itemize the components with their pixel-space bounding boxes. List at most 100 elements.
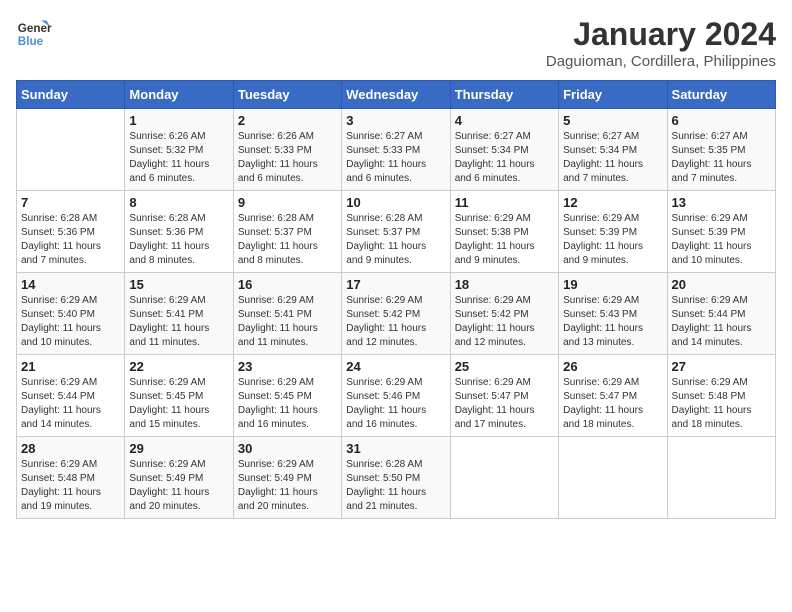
- day-number: 10: [346, 195, 445, 210]
- week-row-3: 14 Sunrise: 6:29 AM Sunset: 5:40 PM Dayli…: [17, 273, 776, 355]
- week-row-5: 28Sunrise: 6:29 AM Sunset: 5:48 PM Dayli…: [17, 437, 776, 519]
- day-cell: 23Sunrise: 6:29 AM Sunset: 5:45 PM Dayli…: [233, 355, 341, 437]
- day-info: Sunrise: 6:29 AM Sunset: 5:39 PM Dayligh…: [672, 212, 771, 268]
- calendar-header: SundayMondayTuesdayWednesdayThursdayFrid…: [17, 81, 776, 109]
- day-info: Sunrise: 6:29 AM Sunset: 5:46 PM Dayligh…: [346, 376, 445, 432]
- day-number: 13: [672, 195, 771, 210]
- day-number: 18: [455, 277, 554, 292]
- day-header-monday: Monday: [125, 81, 233, 109]
- day-cell: 1 Sunrise: 6:26 AM Sunset: 5:32 PM Daylig…: [125, 109, 233, 191]
- day-cell: 19Sunrise: 6:29 AM Sunset: 5:43 PM Dayli…: [559, 273, 667, 355]
- day-info: Sunrise: 6:27 AM Sunset: 5:35 PM Dayligh…: [672, 130, 771, 186]
- day-info: Sunrise: 6:29 AM Sunset: 5:49 PM Dayligh…: [129, 458, 228, 514]
- calendar-table: SundayMondayTuesdayWednesdayThursdayFrid…: [16, 80, 776, 519]
- day-cell: 14 Sunrise: 6:29 AM Sunset: 5:40 PM Dayli…: [17, 273, 125, 355]
- day-header-saturday: Saturday: [667, 81, 775, 109]
- day-number: 15: [129, 277, 228, 292]
- day-number: 5: [563, 113, 662, 128]
- day-number: 31: [346, 441, 445, 456]
- day-number: 4: [455, 113, 554, 128]
- day-info: Sunrise: 6:28 AM Sunset: 5:36 PM Dayligh…: [21, 212, 120, 268]
- day-number: 27: [672, 359, 771, 374]
- day-cell: 17 Sunrise: 6:29 AM Sunset: 5:42 PM Dayli…: [342, 273, 450, 355]
- day-info: Sunrise: 6:29 AM Sunset: 5:45 PM Dayligh…: [129, 376, 228, 432]
- day-number: 12: [563, 195, 662, 210]
- day-info: Sunrise: 6:29 AM Sunset: 5:48 PM Dayligh…: [672, 376, 771, 432]
- day-number: 24: [346, 359, 445, 374]
- day-info: Sunrise: 6:29 AM Sunset: 5:39 PM Dayligh…: [563, 212, 662, 268]
- week-row-4: 21Sunrise: 6:29 AM Sunset: 5:44 PM Dayli…: [17, 355, 776, 437]
- day-info: Sunrise: 6:29 AM Sunset: 5:38 PM Dayligh…: [455, 212, 554, 268]
- day-cell: 4 Sunrise: 6:27 AM Sunset: 5:34 PM Daylig…: [450, 109, 558, 191]
- day-info: Sunrise: 6:28 AM Sunset: 5:36 PM Dayligh…: [129, 212, 228, 268]
- day-cell: 5 Sunrise: 6:27 AM Sunset: 5:34 PM Daylig…: [559, 109, 667, 191]
- day-info: Sunrise: 6:29 AM Sunset: 5:44 PM Dayligh…: [672, 294, 771, 350]
- day-info: Sunrise: 6:29 AM Sunset: 5:42 PM Dayligh…: [346, 294, 445, 350]
- day-cell: 16Sunrise: 6:29 AM Sunset: 5:41 PM Dayli…: [233, 273, 341, 355]
- day-cell: [667, 437, 775, 519]
- day-header-thursday: Thursday: [450, 81, 558, 109]
- day-header-wednesday: Wednesday: [342, 81, 450, 109]
- day-number: 20: [672, 277, 771, 292]
- day-number: 11: [455, 195, 554, 210]
- day-info: Sunrise: 6:29 AM Sunset: 5:47 PM Dayligh…: [455, 376, 554, 432]
- day-cell: 11 Sunrise: 6:29 AM Sunset: 5:38 PM Dayli…: [450, 191, 558, 273]
- day-cell: 25 Sunrise: 6:29 AM Sunset: 5:47 PM Dayli…: [450, 355, 558, 437]
- day-info: Sunrise: 6:26 AM Sunset: 5:33 PM Dayligh…: [238, 130, 337, 186]
- day-header-friday: Friday: [559, 81, 667, 109]
- title-area: January 2024 Daguioman, Cordillera, Phil…: [546, 16, 776, 70]
- day-number: 17: [346, 277, 445, 292]
- day-info: Sunrise: 6:29 AM Sunset: 5:45 PM Dayligh…: [238, 376, 337, 432]
- day-header-sunday: Sunday: [17, 81, 125, 109]
- day-cell: 13 Sunrise: 6:29 AM Sunset: 5:39 PM Dayli…: [667, 191, 775, 273]
- day-info: Sunrise: 6:29 AM Sunset: 5:40 PM Dayligh…: [21, 294, 120, 350]
- day-number: 3: [346, 113, 445, 128]
- day-number: 1: [129, 113, 228, 128]
- week-row-2: 7 Sunrise: 6:28 AM Sunset: 5:36 PM Daylig…: [17, 191, 776, 273]
- day-number: 22: [129, 359, 228, 374]
- day-cell: 31Sunrise: 6:28 AM Sunset: 5:50 PM Dayli…: [342, 437, 450, 519]
- day-cell: 6 Sunrise: 6:27 AM Sunset: 5:35 PM Daylig…: [667, 109, 775, 191]
- logo: General Blue: [16, 16, 52, 52]
- logo-icon: General Blue: [16, 16, 52, 52]
- day-cell: 20 Sunrise: 6:29 AM Sunset: 5:44 PM Dayli…: [667, 273, 775, 355]
- day-number: 26: [563, 359, 662, 374]
- day-cell: 18Sunrise: 6:29 AM Sunset: 5:42 PM Dayli…: [450, 273, 558, 355]
- day-number: 16: [238, 277, 337, 292]
- day-number: 7: [21, 195, 120, 210]
- day-cell: 26Sunrise: 6:29 AM Sunset: 5:47 PM Dayli…: [559, 355, 667, 437]
- subtitle: Daguioman, Cordillera, Philippines: [546, 53, 776, 70]
- day-info: Sunrise: 6:27 AM Sunset: 5:34 PM Dayligh…: [563, 130, 662, 186]
- day-cell: 12 Sunrise: 6:29 AM Sunset: 5:39 PM Dayli…: [559, 191, 667, 273]
- week-row-1: 1 Sunrise: 6:26 AM Sunset: 5:32 PM Daylig…: [17, 109, 776, 191]
- day-number: 8: [129, 195, 228, 210]
- day-number: 30: [238, 441, 337, 456]
- day-cell: [450, 437, 558, 519]
- day-cell: 24 Sunrise: 6:29 AM Sunset: 5:46 PM Dayli…: [342, 355, 450, 437]
- day-number: 14: [21, 277, 120, 292]
- day-info: Sunrise: 6:26 AM Sunset: 5:32 PM Dayligh…: [129, 130, 228, 186]
- day-cell: 21Sunrise: 6:29 AM Sunset: 5:44 PM Dayli…: [17, 355, 125, 437]
- calendar-body: 1 Sunrise: 6:26 AM Sunset: 5:32 PM Daylig…: [17, 109, 776, 519]
- main-title: January 2024: [546, 16, 776, 53]
- day-number: 25: [455, 359, 554, 374]
- day-info: Sunrise: 6:29 AM Sunset: 5:49 PM Dayligh…: [238, 458, 337, 514]
- day-number: 19: [563, 277, 662, 292]
- day-info: Sunrise: 6:27 AM Sunset: 5:34 PM Dayligh…: [455, 130, 554, 186]
- day-cell: 3Sunrise: 6:27 AM Sunset: 5:33 PM Daylig…: [342, 109, 450, 191]
- day-info: Sunrise: 6:29 AM Sunset: 5:41 PM Dayligh…: [129, 294, 228, 350]
- day-number: 9: [238, 195, 337, 210]
- day-number: 2: [238, 113, 337, 128]
- day-cell: 28Sunrise: 6:29 AM Sunset: 5:48 PM Dayli…: [17, 437, 125, 519]
- header: General Blue January 2024 Daguioman, Cor…: [16, 16, 776, 70]
- day-info: Sunrise: 6:28 AM Sunset: 5:37 PM Dayligh…: [346, 212, 445, 268]
- day-header-tuesday: Tuesday: [233, 81, 341, 109]
- day-number: 6: [672, 113, 771, 128]
- day-cell: 9Sunrise: 6:28 AM Sunset: 5:37 PM Daylig…: [233, 191, 341, 273]
- day-cell: 2 Sunrise: 6:26 AM Sunset: 5:33 PM Daylig…: [233, 109, 341, 191]
- day-cell: 15 Sunrise: 6:29 AM Sunset: 5:41 PM Dayli…: [125, 273, 233, 355]
- day-cell: 7 Sunrise: 6:28 AM Sunset: 5:36 PM Daylig…: [17, 191, 125, 273]
- day-cell: 8 Sunrise: 6:28 AM Sunset: 5:36 PM Daylig…: [125, 191, 233, 273]
- day-number: 29: [129, 441, 228, 456]
- day-cell: [559, 437, 667, 519]
